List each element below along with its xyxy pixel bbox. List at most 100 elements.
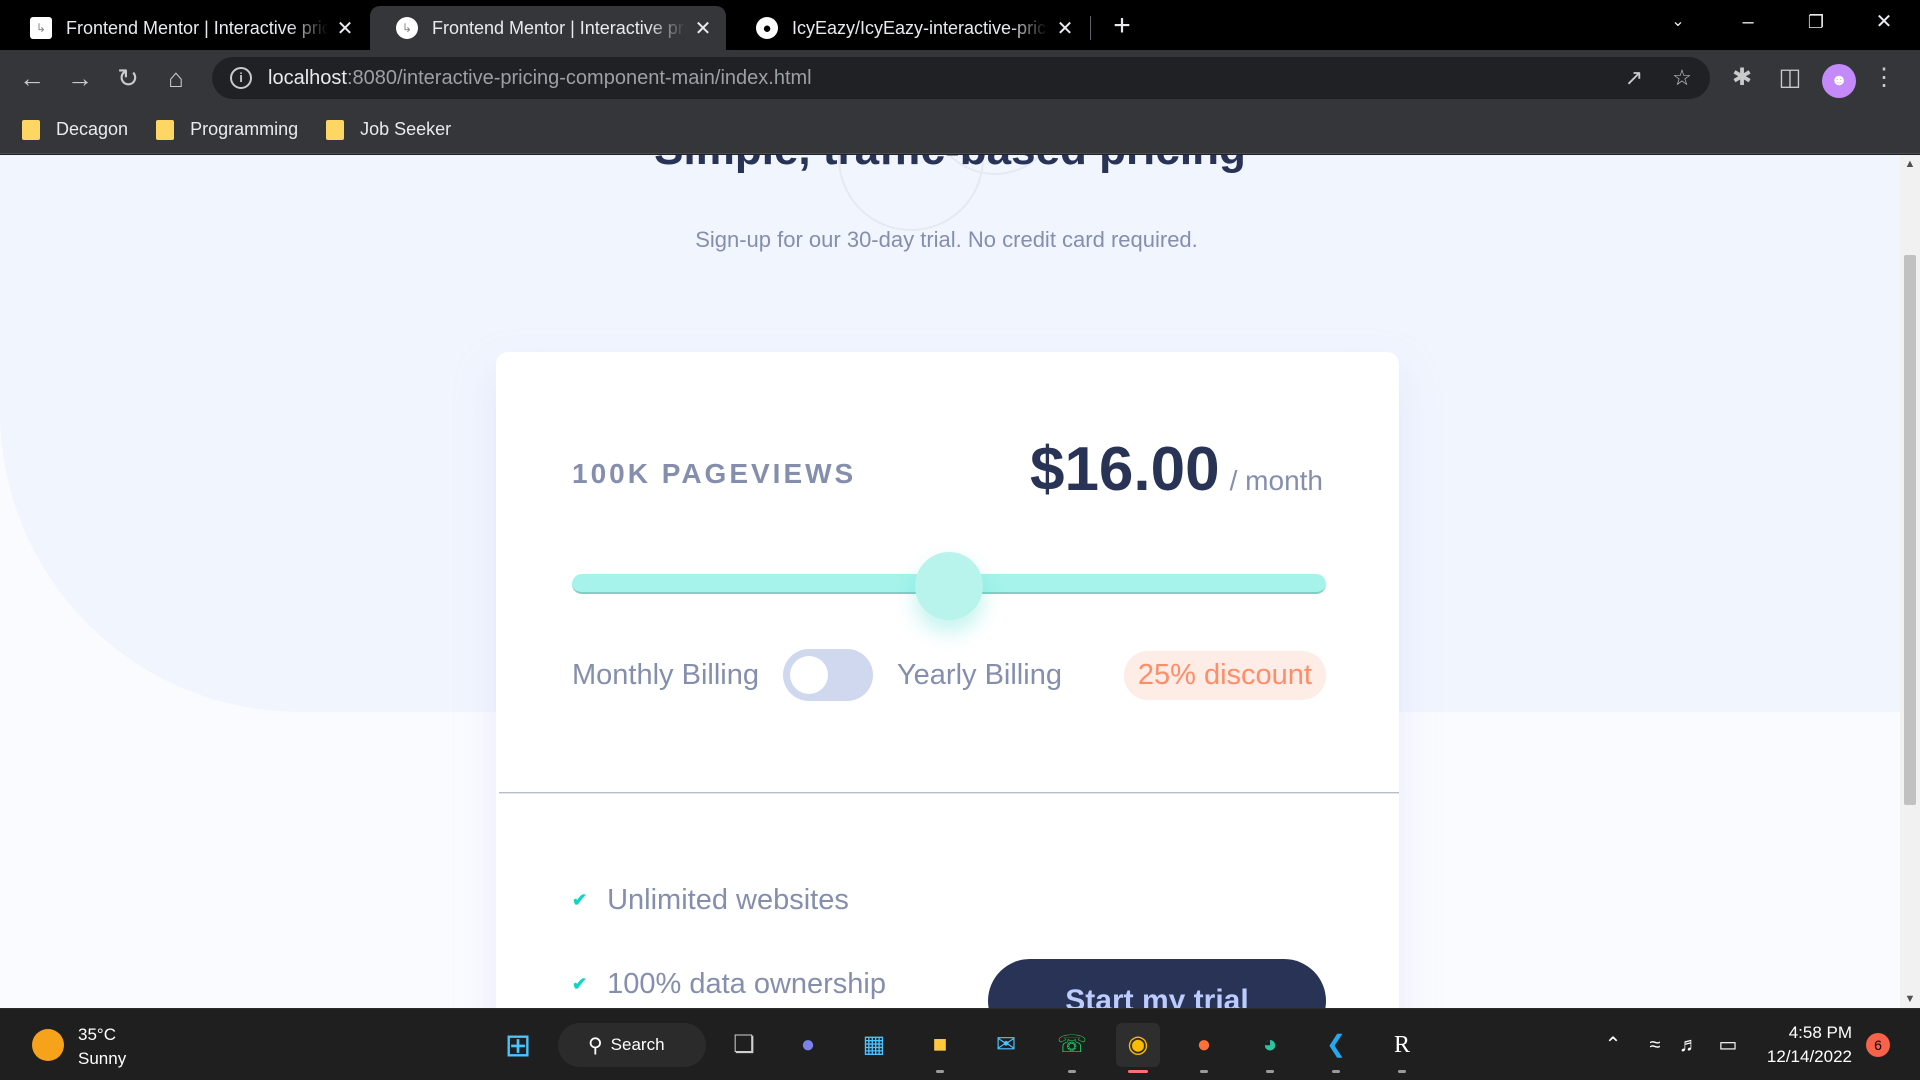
- profile-avatar-icon[interactable]: ☻: [1822, 64, 1856, 98]
- frontend-mentor-favicon-icon: ↳: [396, 17, 418, 39]
- tab-separator: [1090, 16, 1091, 40]
- sun-icon[interactable]: [32, 1029, 64, 1061]
- scrollbar-thumb[interactable]: [1904, 255, 1916, 805]
- chrome-icon[interactable]: ◉: [1116, 1023, 1160, 1073]
- tab-frontend-mentor-2[interactable]: ↳ Frontend Mentor | Interactive pricing …: [370, 6, 726, 50]
- tab-title: Frontend Mentor | Interactive pricing co…: [432, 17, 686, 38]
- pageviews-label: 100K PAGEVIEWS: [572, 458, 857, 489]
- tab-title: IcyEazy/IcyEazy-interactive-pricing-comp…: [792, 17, 1048, 38]
- side-panel-icon[interactable]: ◫: [1772, 60, 1808, 96]
- running-indicator: [1068, 1070, 1076, 1073]
- wifi-icon[interactable]: ≈: [1640, 1023, 1670, 1067]
- r-app-icon[interactable]: R: [1380, 1023, 1424, 1073]
- price-display: $16.00 / month: [1030, 434, 1323, 505]
- weather-condition: Sunny: [78, 1049, 127, 1068]
- forward-icon[interactable]: →: [62, 60, 98, 96]
- price-period: / month: [1229, 465, 1323, 496]
- system-clock[interactable]: 4:58 PM 12/14/2022: [1762, 1021, 1852, 1069]
- new-tab-button[interactable]: +: [1104, 8, 1140, 44]
- toggle-knob: [789, 656, 828, 694]
- bookmark-label: Programming: [190, 119, 299, 139]
- check-icon: ✔: [572, 974, 588, 994]
- temperature: 35°C: [78, 1025, 116, 1044]
- close-window-icon[interactable]: ✕: [1850, 0, 1918, 44]
- pageviews-slider[interactable]: [572, 552, 1326, 620]
- taskbar-search[interactable]: ⚲ Search: [558, 1023, 706, 1067]
- tab-strip: ↳ Frontend Mentor | Interactive pricing …: [0, 0, 1920, 50]
- bookmark-job-seeker[interactable]: Job Seeker: [326, 119, 451, 140]
- tab-title: Frontend Mentor | Interactive pricing co…: [66, 17, 328, 38]
- running-indicator: [1332, 1070, 1340, 1073]
- home-icon[interactable]: ⌂: [158, 60, 194, 96]
- monthly-billing-label: Monthly Billing: [572, 658, 759, 691]
- whatsapp-icon[interactable]: ☏: [1050, 1023, 1094, 1073]
- url-host: localhost: [268, 66, 347, 89]
- running-indicator: [1200, 1070, 1208, 1073]
- edge-icon[interactable]: ◕: [1248, 1023, 1292, 1073]
- start-trial-button[interactable]: Start my trial: [988, 959, 1326, 1008]
- bookmark-label: Job Seeker: [360, 119, 452, 139]
- file-explorer-icon[interactable]: ■: [918, 1023, 962, 1073]
- discount-badge: 25% discount: [1123, 650, 1326, 700]
- folder-icon: [156, 119, 175, 140]
- volume-icon[interactable]: ♬: [1674, 1023, 1704, 1067]
- firefox-icon[interactable]: ●: [1182, 1023, 1226, 1073]
- close-tab-icon[interactable]: ✕: [334, 16, 356, 41]
- vscode-icon[interactable]: ❮: [1314, 1023, 1358, 1073]
- slider-thumb[interactable]: [915, 552, 983, 620]
- notification-badge[interactable]: 6: [1866, 1033, 1890, 1057]
- reload-icon[interactable]: ↻: [110, 60, 146, 96]
- feature-label: Unlimited websites: [607, 884, 849, 916]
- mail-icon[interactable]: ✉: [984, 1023, 1028, 1067]
- tab-search-icon[interactable]: ⌄: [1644, 0, 1712, 44]
- page-scrollbar[interactable]: ▲ ▼: [1900, 155, 1920, 1008]
- site-info-icon[interactable]: i: [230, 67, 252, 89]
- running-indicator: [1266, 1070, 1274, 1073]
- billing-toggle[interactable]: [782, 649, 873, 701]
- search-label: Search: [610, 1035, 665, 1054]
- show-hidden-icons-icon[interactable]: ⌃: [1598, 1023, 1628, 1067]
- running-indicator: [1398, 1070, 1406, 1073]
- microsoft-store-icon[interactable]: ▦: [852, 1023, 896, 1067]
- running-indicator: [936, 1070, 944, 1073]
- minimize-icon[interactable]: –: [1714, 0, 1782, 44]
- page-viewport: Simple, traffic-based pricing Sign-up fo…: [0, 155, 1900, 1008]
- start-icon[interactable]: ⊞: [496, 1023, 540, 1067]
- task-view-icon[interactable]: ❏: [722, 1023, 766, 1067]
- close-tab-icon[interactable]: ✕: [692, 16, 714, 41]
- scroll-down-icon[interactable]: ▼: [1900, 990, 1920, 1008]
- folder-icon: [326, 119, 345, 140]
- pricing-card: 100K PAGEVIEWS $16.00 / month Monthly Bi…: [496, 352, 1399, 1008]
- url-path: :8080/interactive-pricing-component-main…: [346, 66, 812, 89]
- menu-icon[interactable]: ⋮: [1866, 60, 1902, 96]
- folder-icon: [22, 119, 40, 140]
- github-favicon-icon: ●: [756, 17, 778, 39]
- share-icon[interactable]: ↗: [1614, 57, 1654, 99]
- page-subtitle: Sign-up for our 30-day trial. No credit …: [695, 227, 1198, 252]
- page-title: Simple, traffic-based pricing: [0, 155, 1900, 175]
- tab-github[interactable]: ● IcyEazy/IcyEazy-interactive-pricing-co…: [730, 6, 1088, 50]
- restore-icon[interactable]: ❐: [1782, 0, 1850, 44]
- browser-toolbar: ← → ↻ ⌂ i localhost:8080/interactive-pri…: [0, 50, 1920, 106]
- bookmark-label: Decagon: [56, 119, 129, 139]
- address-bar[interactable]: i localhost:8080/interactive-pricing-com…: [212, 57, 1710, 99]
- frontend-mentor-favicon-icon: ↳: [30, 17, 52, 39]
- card-divider: [499, 792, 1399, 794]
- close-tab-icon[interactable]: ✕: [1054, 16, 1076, 41]
- bookmark-decagon[interactable]: Decagon: [22, 119, 128, 140]
- back-icon[interactable]: ←: [14, 60, 50, 96]
- tab-frontend-mentor-1[interactable]: ↳ Frontend Mentor | Interactive pricing …: [4, 6, 368, 50]
- bookmark-programming[interactable]: Programming: [156, 119, 298, 140]
- running-indicator: [1128, 1070, 1148, 1073]
- scroll-up-icon[interactable]: ▲: [1900, 155, 1920, 173]
- weather-widget[interactable]: 35°C Sunny: [78, 1023, 126, 1071]
- date: 12/14/2022: [1766, 1047, 1852, 1066]
- price-amount: $16.00: [1029, 435, 1220, 504]
- feature-item: ✔ 100% data ownership: [572, 968, 886, 1001]
- extensions-icon[interactable]: ✱: [1724, 60, 1760, 96]
- feature-label: 100% data ownership: [607, 968, 887, 1000]
- battery-icon[interactable]: ▭: [1712, 1023, 1744, 1067]
- teams-chat-icon[interactable]: ●: [786, 1023, 830, 1067]
- yearly-billing-label: Yearly Billing: [896, 658, 1062, 691]
- bookmark-star-icon[interactable]: ☆: [1662, 57, 1702, 99]
